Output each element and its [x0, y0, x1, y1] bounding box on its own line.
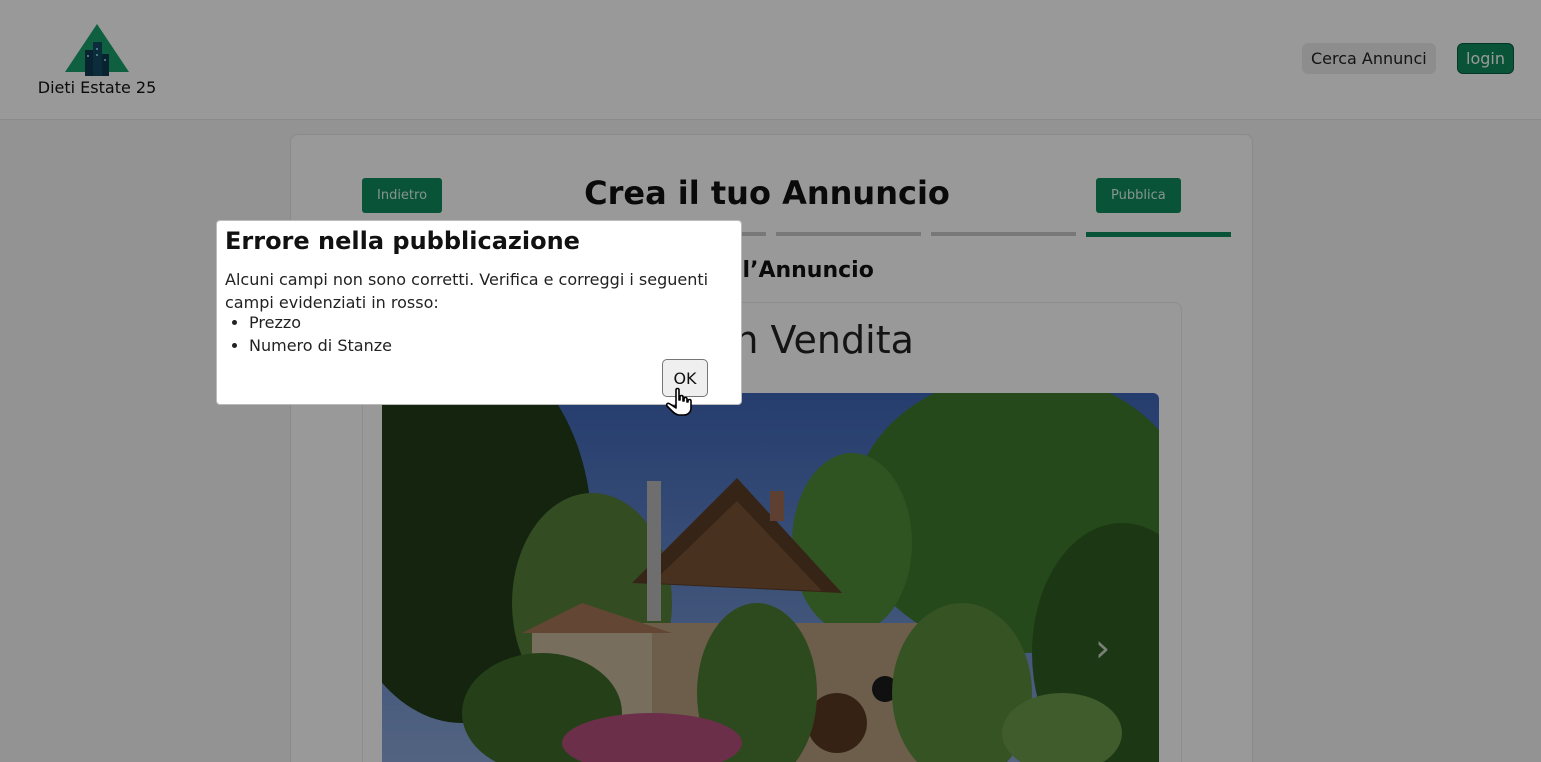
dialog-message: Alcuni campi non sono corretti. Verifica…	[225, 270, 709, 312]
invalid-fields-list: Prezzo Numero di Stanze	[225, 312, 392, 357]
page: Dieti Estate 25 Cerca Annunci login Indi…	[0, 0, 1541, 762]
hand-pointer-icon	[665, 387, 692, 416]
dialog-title: Errore nella pubblicazione	[225, 227, 580, 255]
list-item: Numero di Stanze	[249, 335, 392, 358]
list-item: Prezzo	[249, 312, 392, 335]
error-dialog: Errore nella pubblicazione Alcuni campi …	[216, 220, 742, 405]
